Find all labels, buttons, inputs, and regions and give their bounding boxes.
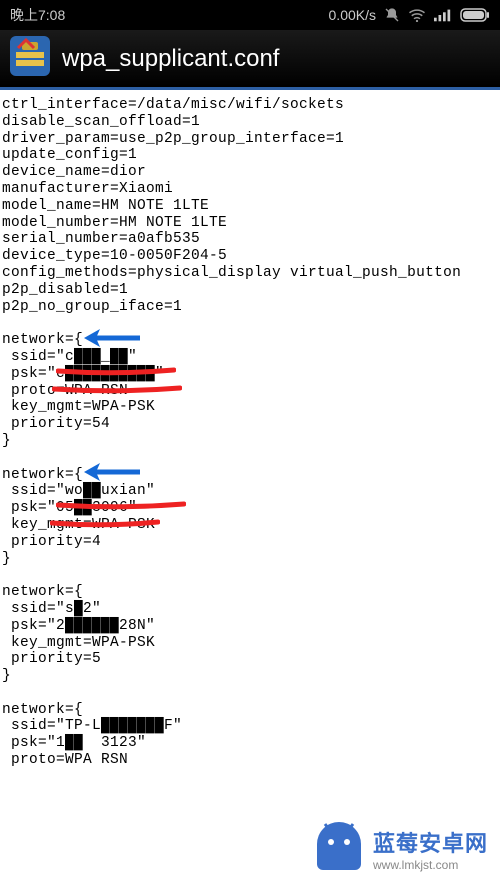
- mute-icon: [384, 7, 400, 23]
- status-netspeed: 0.00K/s: [329, 7, 376, 23]
- signal-icon: [434, 8, 452, 22]
- status-bar: 晚上7:08 0.00K/s: [0, 0, 500, 30]
- battery-icon: [460, 8, 490, 22]
- status-right: 0.00K/s: [329, 7, 490, 23]
- watermark: 蓝莓安卓网 www.lmkjst.com: [313, 818, 488, 879]
- watermark-logo-icon: [313, 818, 365, 879]
- app-title: wpa_supplicant.conf: [62, 45, 279, 73]
- status-time: 晚上7:08: [10, 5, 65, 25]
- watermark-url: www.lmkjst.com: [373, 858, 488, 872]
- app-bar: wpa_supplicant.conf: [0, 30, 500, 90]
- watermark-title: 蓝莓安卓网: [373, 826, 488, 858]
- wifi-icon: [408, 8, 426, 22]
- app-icon[interactable]: [8, 34, 52, 83]
- file-content: ctrl_interface=/data/misc/wifi/sockets d…: [0, 93, 500, 773]
- file-viewer[interactable]: ctrl_interface=/data/misc/wifi/sockets d…: [0, 93, 500, 889]
